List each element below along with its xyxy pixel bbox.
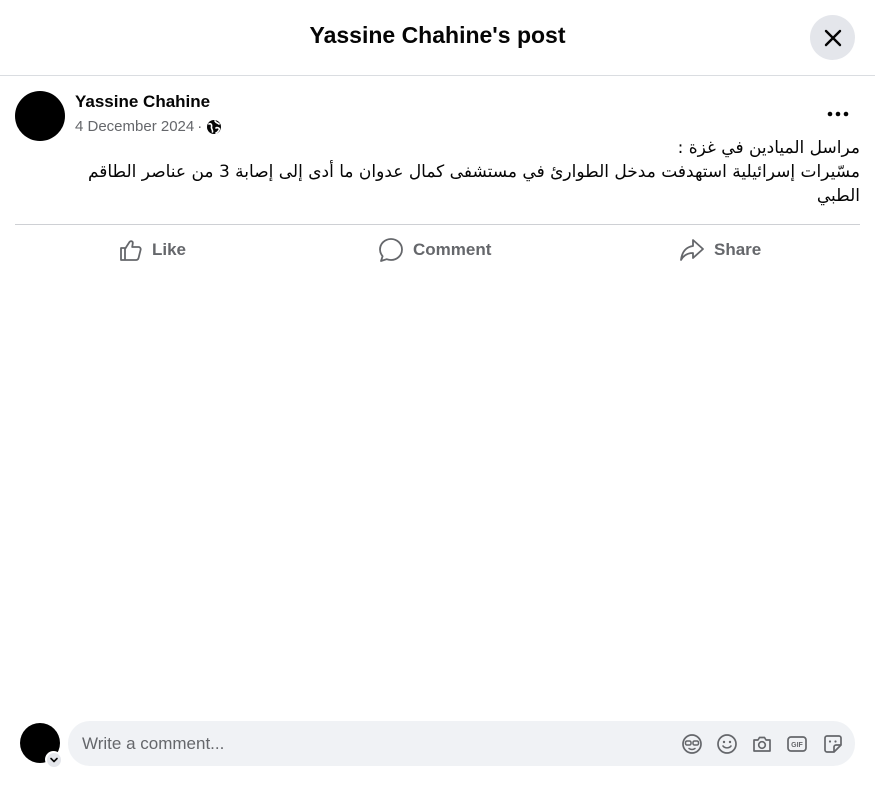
avatar-sticker-icon: [682, 734, 702, 754]
svg-text:GIF: GIF: [791, 742, 803, 749]
like-label: Like: [152, 240, 187, 259]
comment-button[interactable]: Comment: [377, 232, 491, 268]
author-name[interactable]: Yassine Chahine: [75, 92, 210, 112]
post-text-line: مسّيرات إسرائيلية استهدفت مدخل الطوارئ ف…: [87, 162, 860, 182]
emoji-icon: [717, 734, 737, 754]
dialog-header: Yassine Chahine's post: [0, 0, 875, 76]
close-button[interactable]: [810, 15, 855, 60]
share-button[interactable]: Share: [678, 232, 761, 268]
post-text-line: مراسل الميادين في غزة :: [677, 138, 860, 158]
globe-icon[interactable]: [206, 119, 222, 135]
more-options-icon: [827, 111, 849, 117]
camera-icon: [753, 736, 771, 752]
meta-separator: ·: [197, 118, 203, 135]
share-icon: [680, 239, 704, 261]
comment-icon: [379, 238, 403, 262]
author-avatar[interactable]: [15, 91, 65, 141]
comment-input[interactable]: [82, 721, 672, 766]
emoji-button[interactable]: [714, 731, 740, 757]
like-button[interactable]: Like: [118, 232, 186, 268]
gif-button[interactable]: GIF: [784, 731, 810, 757]
share-label: Share: [714, 240, 762, 259]
sticker-button[interactable]: [820, 731, 846, 757]
avatar-sticker-button[interactable]: [679, 731, 705, 757]
post-text-line: الطبي: [816, 186, 860, 206]
profile-switch-badge[interactable]: [45, 751, 62, 768]
more-options-button[interactable]: [820, 100, 856, 128]
dialog-title: Yassine Chahine's post: [309, 22, 566, 48]
sticker-icon: [824, 735, 842, 753]
actions-divider: [15, 224, 860, 225]
like-icon: [120, 240, 142, 261]
post-date[interactable]: 4 December 2024: [75, 118, 194, 135]
camera-button[interactable]: [749, 731, 775, 757]
gif-icon: GIF: [787, 736, 807, 752]
post-text: مراسل الميادين في غزة : مسّيرات إسرائيلي…: [15, 136, 860, 208]
chevron-down-icon: [49, 757, 58, 762]
post-meta: 4 December 2024 ·: [75, 118, 222, 135]
comment-composer: GIF: [68, 721, 855, 766]
close-icon: [824, 29, 841, 46]
comment-label: Comment: [413, 240, 492, 259]
